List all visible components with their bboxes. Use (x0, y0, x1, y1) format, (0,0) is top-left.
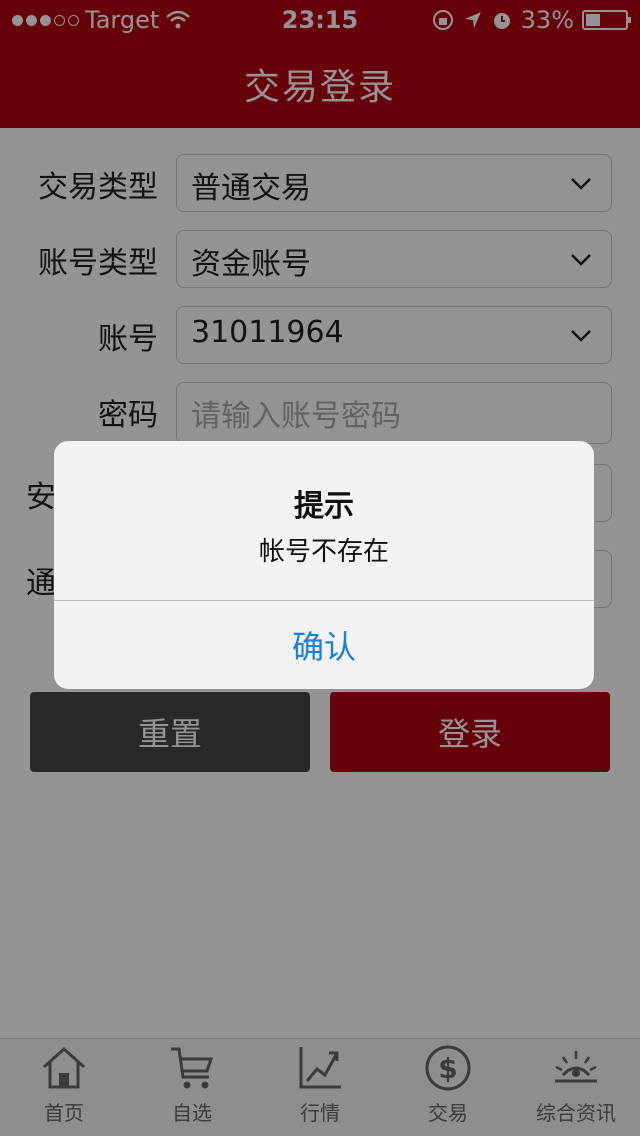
alert-title: 提示 (294, 489, 354, 524)
confirm-button[interactable]: 确认 (54, 601, 594, 689)
alert-message: 帐号不存在 (258, 537, 389, 567)
alert-dialog: 提示 帐号不存在 确认 (54, 441, 594, 689)
